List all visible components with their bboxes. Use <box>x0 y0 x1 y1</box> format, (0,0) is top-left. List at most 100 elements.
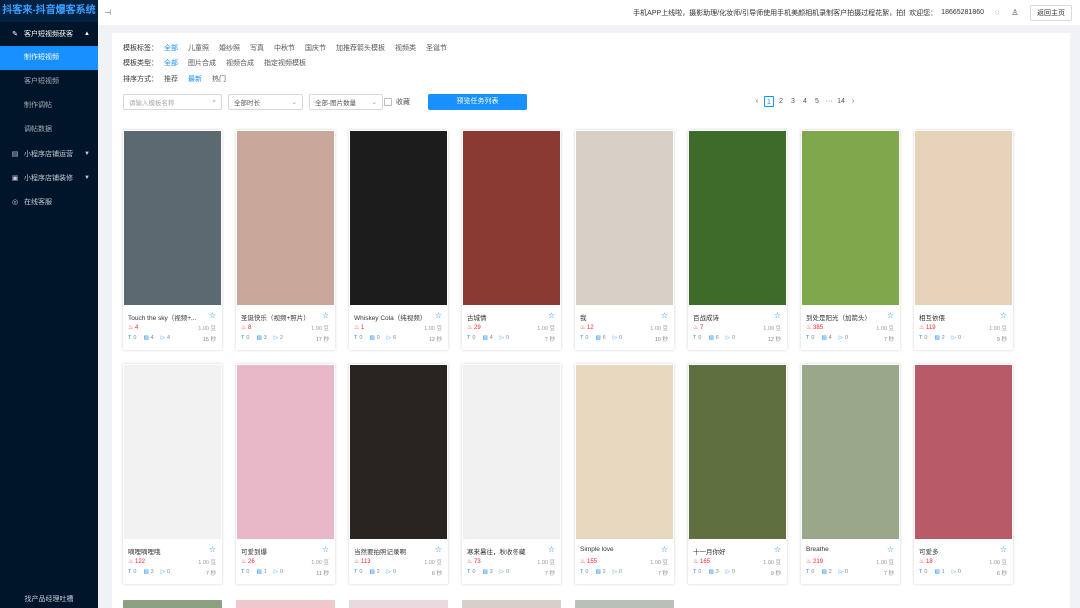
template-thumbnail[interactable] <box>915 365 1012 539</box>
sidebar-group-video[interactable]: ✎ 客户短视频获客 ▲ <box>0 22 98 46</box>
search-input[interactable]: 请输入模板名称 ⌕ <box>123 94 222 110</box>
sidebar-item-customer-video[interactable]: 客户短视频 <box>0 70 98 94</box>
sidebar-group-store-ops[interactable]: ▤ 小程序店铺运营 ▼ <box>0 142 98 166</box>
tag-option[interactable]: 中秋节 <box>274 43 295 53</box>
template-card[interactable]: Breathe ☆ ♨ 219 1.00 豆 T 0 ▨ 2 ▷ 0 7 秒 <box>801 364 900 584</box>
template-thumbnail[interactable] <box>915 131 1012 305</box>
template-card[interactable]: 可爱到爆 ☆ ♨ 26 1.00 豆 T 0 ▨ 1 ▷ 0 11 秒 <box>236 364 335 584</box>
template-card[interactable]: 相互依偎 ☆ ♨ 119 1.00 豆 T 0 ▨ 2 ▷ 0 9 秒 <box>914 130 1013 350</box>
template-card-partial[interactable] <box>236 600 335 608</box>
page-number[interactable]: 1 <box>764 96 774 107</box>
template-card[interactable]: 百战成诗 ☆ ♨ 7 1.00 豆 T 0 ▨ 6 ▷ 0 12 秒 <box>688 130 787 350</box>
page-number[interactable]: 2 <box>776 96 786 107</box>
page-number[interactable]: 4 <box>800 96 810 107</box>
favorite-star-icon[interactable]: ☆ <box>548 311 555 320</box>
template-card-partial[interactable] <box>349 600 448 608</box>
home-button[interactable]: 返回主页 <box>1030 4 1072 21</box>
template-thumbnail[interactable] <box>576 131 673 305</box>
page-ellipsis[interactable]: ··· <box>824 96 834 107</box>
type-option[interactable]: 视频合成 <box>226 58 254 68</box>
template-thumbnail[interactable] <box>463 365 560 539</box>
template-thumbnail[interactable] <box>350 131 447 305</box>
page-number[interactable]: 5 <box>812 96 822 107</box>
sort-option[interactable]: 热门 <box>212 74 226 84</box>
tag-option[interactable]: 写真 <box>250 43 264 53</box>
favorite-star-icon[interactable]: ☆ <box>1000 311 1007 320</box>
tag-option[interactable]: 圣诞节 <box>426 43 447 53</box>
message-icon[interactable]: ◌ <box>992 8 1002 18</box>
template-card[interactable]: 到处是阳光（加箭头） ☆ ♨ 385 1.00 豆 T 0 ▨ 4 ▷ 0 7 秒 <box>801 130 900 350</box>
favorite-star-icon[interactable]: ☆ <box>435 311 442 320</box>
favorite-star-icon[interactable]: ☆ <box>887 545 894 554</box>
template-card-partial[interactable] <box>123 600 222 608</box>
sidebar-item-post-data[interactable]: 调帖数据 <box>0 118 98 142</box>
image-count-select[interactable]: 全部-图片数量 ⌄ <box>309 94 383 110</box>
next-page-icon[interactable]: › <box>848 96 858 107</box>
template-thumbnail[interactable] <box>576 365 673 539</box>
template-thumbnail[interactable] <box>237 365 334 539</box>
favorite-checkbox[interactable]: 收藏 <box>384 94 410 110</box>
duration-select[interactable]: 全部时长 ⌄ <box>228 94 303 110</box>
sidebar-group-store-decor[interactable]: ▣ 小程序店铺装修 ▼ <box>0 166 98 190</box>
favorite-star-icon[interactable]: ☆ <box>322 545 329 554</box>
favorite-star-icon[interactable]: ☆ <box>661 311 668 320</box>
favorite-star-icon[interactable]: ☆ <box>322 311 329 320</box>
sidebar-item-make-video[interactable]: 制作短视频 <box>0 46 98 70</box>
tag-option[interactable]: 视频类 <box>395 43 416 53</box>
user-icon[interactable]: ♙ <box>1010 8 1020 18</box>
template-card[interactable]: Whiskey Cola（纯视频） ☆ ♨ 1 1.00 豆 T 0 ▨ 0 ▷ 6 12 秒 <box>349 130 448 350</box>
template-thumbnail[interactable] <box>237 131 334 305</box>
favorite-star-icon[interactable]: ☆ <box>435 545 442 554</box>
template-card-partial[interactable] <box>462 600 561 608</box>
template-card[interactable]: 古城情 ☆ ♨ 29 1.00 豆 T 0 ▨ 4 ▷ 0 7 秒 <box>462 130 561 350</box>
page-number[interactable]: 14 <box>836 96 846 107</box>
type-option[interactable]: 全部 <box>164 58 178 68</box>
template-card[interactable]: 圣诞快乐（视频+照片） ☆ ♨ 8 1.00 豆 T 0 ▨ 3 ▷ 2 17 秒 <box>236 130 335 350</box>
template-card[interactable]: 寒来暑往，秋收冬藏 ☆ ♨ 73 1.00 豆 T 0 ▨ 3 ▷ 0 7 秒 <box>462 364 561 584</box>
favorite-star-icon[interactable]: ☆ <box>548 545 555 554</box>
favorite-star-icon[interactable]: ☆ <box>774 545 781 554</box>
prev-page-icon[interactable]: ‹ <box>752 96 762 107</box>
template-thumbnail[interactable] <box>124 365 221 539</box>
template-thumbnail[interactable] <box>124 131 221 305</box>
heat-count: ♨ 385 <box>806 325 824 331</box>
template-card-partial[interactable] <box>575 600 674 608</box>
tag-option[interactable]: 加推荐箭头模板 <box>336 43 385 53</box>
template-card[interactable]: 可爱多 ☆ ♨ 18 1.00 豆 T 0 ▨ 1 ▷ 0 6 秒 <box>914 364 1013 584</box>
favorite-star-icon[interactable]: ☆ <box>774 311 781 320</box>
favorite-star-icon[interactable]: ☆ <box>209 545 216 554</box>
template-thumbnail[interactable] <box>463 131 560 305</box>
template-thumbnail[interactable] <box>802 365 899 539</box>
feedback-link[interactable]: 找产品经理吐槽 <box>0 594 98 604</box>
template-card[interactable]: Simple love ☆ ♨ 155 1.00 豆 T 0 ▨ 2 ▷ 0 7 秒 <box>575 364 674 584</box>
sidebar-item-service[interactable]: ◎ 在线客服 <box>0 190 98 214</box>
sort-option[interactable]: 推荐 <box>164 74 178 84</box>
sort-option[interactable]: 最新 <box>188 74 202 84</box>
type-option[interactable]: 指定视频模板 <box>264 58 306 68</box>
template-thumbnail[interactable] <box>689 365 786 539</box>
template-card[interactable]: 当然要拍照记录啊 ☆ ♨ 113 1.00 豆 T 0 ▨ 2 ▷ 0 6 秒 <box>349 364 448 584</box>
type-option[interactable]: 图片合成 <box>188 58 216 68</box>
template-card[interactable]: 嘀哩嘀哩哦 ☆ ♨ 122 1.00 豆 T 0 ▨ 3 ▷ 0 7 秒 <box>123 364 222 584</box>
template-card[interactable]: Touch the sky（视频+... ☆ ♨ 4 1.00 豆 T 0 ▨ 4 ▷ 4 15 秒 <box>123 130 222 350</box>
tag-option[interactable]: 婚纱照 <box>219 43 240 53</box>
tag-option[interactable]: 全部 <box>164 43 178 53</box>
page-number[interactable]: 3 <box>788 96 798 107</box>
favorite-star-icon[interactable]: ☆ <box>887 311 894 320</box>
image-count: ▨ 2 <box>821 569 831 577</box>
favorite-star-icon[interactable]: ☆ <box>661 545 668 554</box>
template-thumbnail[interactable] <box>350 365 447 539</box>
template-card[interactable]: 十一月你好 ☆ ♨ 165 1.00 豆 T 0 ▨ 3 ▷ 0 9 秒 <box>688 364 787 584</box>
preview-task-list-button[interactable]: 预览任务列表 <box>428 94 527 110</box>
favorite-star-icon[interactable]: ☆ <box>1000 545 1007 554</box>
template-card[interactable]: 我 ☆ ♨ 12 1.00 豆 T 0 ▨ 6 ▷ 0 10 秒 <box>575 130 674 350</box>
favorite-star-icon[interactable]: ☆ <box>209 311 216 320</box>
sidebar-item-make-post[interactable]: 制作调帖 <box>0 94 98 118</box>
search-icon[interactable]: ⌕ <box>212 98 216 106</box>
checkbox-box[interactable] <box>384 98 392 106</box>
template-thumbnail[interactable] <box>689 131 786 305</box>
menu-fold-icon[interactable]: ⊣ <box>104 8 111 17</box>
tag-option[interactable]: 国庆节 <box>305 43 326 53</box>
template-thumbnail[interactable] <box>802 131 899 305</box>
tag-option[interactable]: 儿童照 <box>188 43 209 53</box>
